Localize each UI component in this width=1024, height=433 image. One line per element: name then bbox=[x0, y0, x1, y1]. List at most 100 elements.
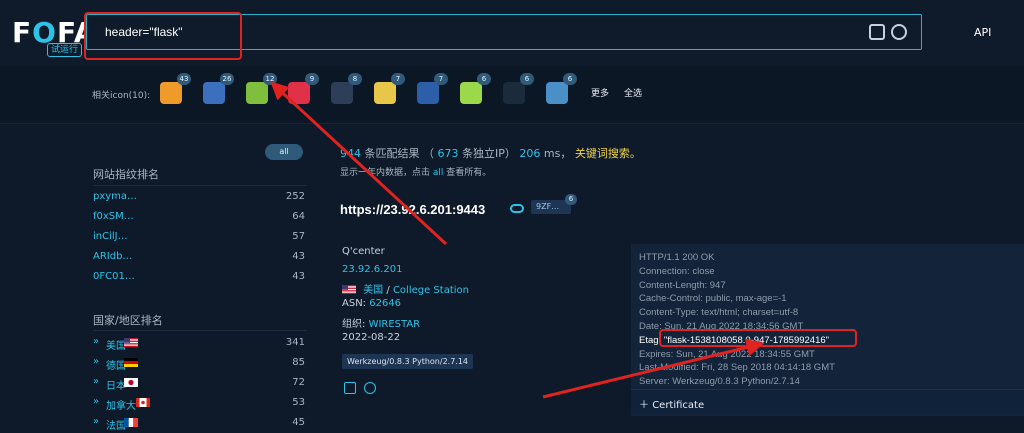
fingerprint-row[interactable]: ARIdb… 43 bbox=[93, 251, 305, 271]
related-icon-bar: 相关icon(10): 43 26 12 9 8 7 7 6 6 6 更多 全选 bbox=[0, 66, 1024, 124]
chevron-right-icon[interactable]: » bbox=[93, 336, 99, 347]
cube-icon[interactable] bbox=[364, 382, 376, 394]
more-button[interactable]: 更多 bbox=[591, 86, 609, 99]
related-icon-8[interactable]: 6 bbox=[460, 73, 491, 104]
certificate-toggle[interactable]: ＋ Certificate bbox=[631, 389, 1024, 413]
icon-count-badge: 7 bbox=[391, 73, 405, 85]
related-icon-5[interactable]: 8 bbox=[331, 73, 362, 104]
response-time: 206 bbox=[519, 147, 541, 160]
country-name: 加拿大 bbox=[106, 401, 136, 412]
icon-count-badge: 6 bbox=[563, 73, 577, 85]
fingerprint-count: 252 bbox=[285, 191, 305, 202]
result-date: 2022-08-22 bbox=[342, 332, 401, 343]
fingerprint-name: pxyma… bbox=[93, 191, 138, 202]
related-icon-9[interactable]: 6 bbox=[503, 73, 534, 104]
query-syntax-icon[interactable] bbox=[869, 24, 885, 40]
related-icon-4[interactable]: 9 bbox=[288, 73, 319, 104]
icon-count-badge: 6 bbox=[520, 73, 534, 85]
all-toggle-button[interactable]: all bbox=[265, 144, 303, 160]
code-icon[interactable] bbox=[344, 382, 356, 394]
asn-link[interactable]: 62646 bbox=[369, 298, 401, 309]
country-name: 德国 bbox=[106, 361, 126, 372]
icon-count-badge: 12 bbox=[263, 73, 277, 85]
ca-flag-icon bbox=[136, 398, 150, 407]
server-tag[interactable]: Werkzeug/0.8.3 Python/2.7.14 bbox=[342, 354, 474, 369]
icon-count-badge: 7 bbox=[434, 73, 448, 85]
search-actions bbox=[869, 24, 907, 40]
country-row[interactable]: » 美国 341 bbox=[93, 336, 305, 357]
chevron-right-icon[interactable]: » bbox=[93, 416, 99, 427]
response-header-line: Content-Length: 947 bbox=[639, 279, 726, 291]
result-ip[interactable]: 23.92.6.201 bbox=[342, 264, 402, 275]
us-flag-icon bbox=[342, 285, 356, 294]
country-row[interactable]: » 加拿大 53 bbox=[93, 396, 305, 417]
result-org: 组织: WIRESTAR bbox=[342, 319, 421, 330]
related-icon-3[interactable]: 12 bbox=[246, 73, 277, 104]
fingerprint-row[interactable]: 0FC01… 43 bbox=[93, 271, 305, 291]
country-ranking-title: 国家/地区排名 bbox=[93, 314, 163, 327]
country-name: 法国 bbox=[106, 421, 126, 432]
fingerprint-count: 64 bbox=[292, 211, 305, 222]
logo-badge: 试运行 bbox=[47, 43, 83, 57]
search-icon[interactable] bbox=[891, 24, 907, 40]
jp-flag-icon bbox=[124, 378, 138, 387]
link-icon[interactable] bbox=[510, 204, 524, 213]
fingerprint-name: inCilJ… bbox=[93, 231, 128, 242]
response-header-line: HTTP/1.1 200 OK bbox=[639, 252, 715, 263]
annotation-box-search bbox=[84, 12, 242, 60]
country-count: 53 bbox=[292, 397, 305, 408]
result-tag-count: 6 bbox=[565, 194, 577, 205]
show-all-link[interactable]: all bbox=[433, 168, 444, 178]
related-icon-2[interactable]: 26 bbox=[203, 73, 234, 104]
annotation-box-etag bbox=[659, 329, 857, 347]
divider bbox=[93, 185, 307, 186]
fingerprint-count: 43 bbox=[292, 271, 305, 282]
country-row[interactable]: » 日本 72 bbox=[93, 376, 305, 397]
result-hint: 显示一年内数据，点击 all 查看所有。 bbox=[340, 168, 492, 178]
icon-count-badge: 26 bbox=[220, 73, 234, 85]
response-header-line: Server: Werkzeug/0.8.3 Python/2.7.14 bbox=[639, 376, 800, 388]
related-icon-label: 相关icon(10): bbox=[92, 91, 151, 101]
result-city-link[interactable]: College Station bbox=[393, 285, 469, 296]
api-link[interactable]: API bbox=[974, 26, 991, 39]
fingerprint-row[interactable]: f0xSM… 64 bbox=[93, 211, 305, 231]
fingerprint-row[interactable]: inCilJ… 57 bbox=[93, 231, 305, 251]
fingerprint-name: 0FC01… bbox=[93, 271, 135, 282]
us-flag-icon bbox=[124, 338, 138, 347]
certificate-label: ＋ Certificate bbox=[639, 400, 705, 411]
select-all-button[interactable]: 全选 bbox=[624, 86, 642, 99]
icon-count-badge: 43 bbox=[177, 73, 191, 85]
chevron-right-icon[interactable]: » bbox=[93, 376, 99, 387]
unique-ip-count: 673 bbox=[437, 147, 459, 160]
chevron-right-icon[interactable]: » bbox=[93, 396, 99, 407]
country-row[interactable]: » 法国 45 bbox=[93, 416, 305, 433]
fingerprint-ranking-title: 网站指纹排名 bbox=[93, 168, 159, 181]
keyword-search-link[interactable]: 关键词搜索。 bbox=[575, 147, 641, 160]
org-link[interactable]: WIRESTAR bbox=[369, 319, 421, 330]
related-icon-7[interactable]: 7 bbox=[417, 73, 448, 104]
country-row[interactable]: » 德国 85 bbox=[93, 356, 305, 377]
fofa-logo[interactable]: FOFA 试运行 bbox=[12, 16, 96, 58]
chevron-right-icon[interactable]: » bbox=[93, 356, 99, 367]
related-icon-6[interactable]: 7 bbox=[374, 73, 405, 104]
response-header-line: Expires: Sun, 21 Aug 2022 18:34:55 GMT bbox=[639, 348, 815, 360]
response-header-line: Last-Modified: Fri, 28 Sep 2018 04:14:18… bbox=[639, 362, 835, 374]
related-icon-10[interactable]: 6 bbox=[546, 73, 577, 104]
icon-count-badge: 6 bbox=[477, 73, 491, 85]
fingerprint-count: 43 bbox=[292, 251, 305, 262]
divider bbox=[93, 330, 307, 331]
icon-count-badge: 9 bbox=[305, 73, 319, 85]
response-header-line: Cache-Control: public, max-age=-1 bbox=[639, 293, 787, 305]
result-country-link[interactable]: 美国 bbox=[363, 285, 383, 296]
icon-count-badge: 8 bbox=[348, 73, 362, 85]
result-asn: ASN: 62646 bbox=[342, 298, 402, 309]
fingerprint-name: ARIdb… bbox=[93, 251, 133, 262]
country-count: 341 bbox=[285, 337, 305, 348]
country-name: 日本 bbox=[106, 381, 126, 392]
result-host-link[interactable]: https://23.92.6.201:9443 bbox=[340, 202, 485, 217]
result-location: 美国 / College Station bbox=[342, 281, 469, 296]
fingerprint-row[interactable]: pxyma… 252 bbox=[93, 191, 305, 211]
result-summary: 944 条匹配结果 （ 673 条独立IP） 206 ms， 关键词搜索。 bbox=[340, 147, 641, 160]
response-header-line: Connection: close bbox=[639, 265, 715, 277]
related-icon-1[interactable]: 43 bbox=[160, 73, 191, 104]
